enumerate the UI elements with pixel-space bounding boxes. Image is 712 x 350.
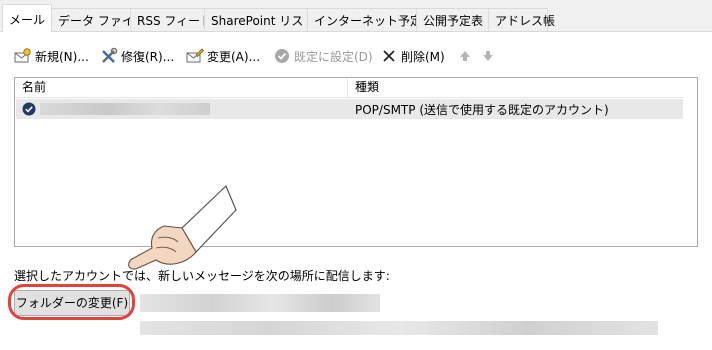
tab-mail[interactable]: メール bbox=[2, 4, 52, 32]
move-up-button[interactable] bbox=[456, 46, 477, 66]
delete-account-label: 削除(M) bbox=[401, 49, 445, 64]
delete-account-button[interactable]: 削除(M) bbox=[380, 46, 445, 66]
account-name-redacted bbox=[40, 103, 210, 115]
tab-internet-calendars[interactable]: インターネット予定表 bbox=[307, 8, 434, 31]
repair-account-button[interactable]: 修復(R)... bbox=[100, 46, 174, 66]
new-account-button[interactable]: 新規(N)... bbox=[14, 46, 89, 66]
change-folder-highlight bbox=[8, 284, 135, 320]
check-circle-icon bbox=[273, 47, 291, 65]
accounts-list[interactable]: 名前 種類 POP/SMTP (送信で使用する既定のアカウント) bbox=[14, 77, 698, 247]
repair-account-label: 修復(R)... bbox=[121, 49, 175, 64]
tab-address-books[interactable]: アドレス帳 bbox=[488, 8, 555, 31]
change-account-icon bbox=[186, 47, 204, 65]
set-default-button[interactable]: 既定に設定(D) bbox=[273, 46, 373, 66]
change-account-button[interactable]: 変更(A)... bbox=[186, 46, 260, 66]
tab-sharepoint-lists[interactable]: SharePoint リスト bbox=[204, 8, 315, 31]
delivery-path-redacted bbox=[140, 294, 380, 312]
arrow-up-icon bbox=[456, 47, 474, 65]
change-account-label: 変更(A)... bbox=[207, 49, 261, 64]
default-account-check-icon bbox=[22, 102, 36, 116]
delivery-path-redacted-2 bbox=[140, 321, 658, 335]
set-default-label: 既定に設定(D) bbox=[294, 49, 373, 64]
tab-data-files[interactable]: データ ファイル bbox=[51, 8, 146, 31]
column-header-type[interactable]: 種類 bbox=[348, 78, 684, 98]
new-account-label: 新規(N)... bbox=[35, 49, 89, 64]
tab-published-calendars[interactable]: 公開予定表 bbox=[416, 8, 489, 31]
account-type-cell: POP/SMTP (送信で使用する既定のアカウント) bbox=[355, 103, 609, 117]
account-settings-tabs: メール データ ファイル RSS フィード SharePoint リスト インタ… bbox=[0, 0, 712, 32]
arrow-down-icon bbox=[479, 47, 497, 65]
tab-rss-feeds[interactable]: RSS フィード bbox=[130, 8, 212, 31]
account-row[interactable]: POP/SMTP (送信で使用する既定のアカウント) bbox=[16, 99, 683, 119]
delete-x-icon bbox=[380, 47, 398, 65]
repair-tools-icon bbox=[100, 47, 118, 65]
delivery-location-description: 選択したアカウントでは、新しいメッセージを次の場所に配信します: bbox=[14, 269, 390, 283]
column-header-name[interactable]: 名前 bbox=[15, 78, 348, 98]
mail-tab-panel: 新規(N)... 修復(R)... 変更(A)... 既定に設定(D) 削除(M… bbox=[0, 32, 712, 350]
move-down-button[interactable] bbox=[479, 46, 500, 66]
new-mail-account-icon bbox=[14, 47, 32, 65]
